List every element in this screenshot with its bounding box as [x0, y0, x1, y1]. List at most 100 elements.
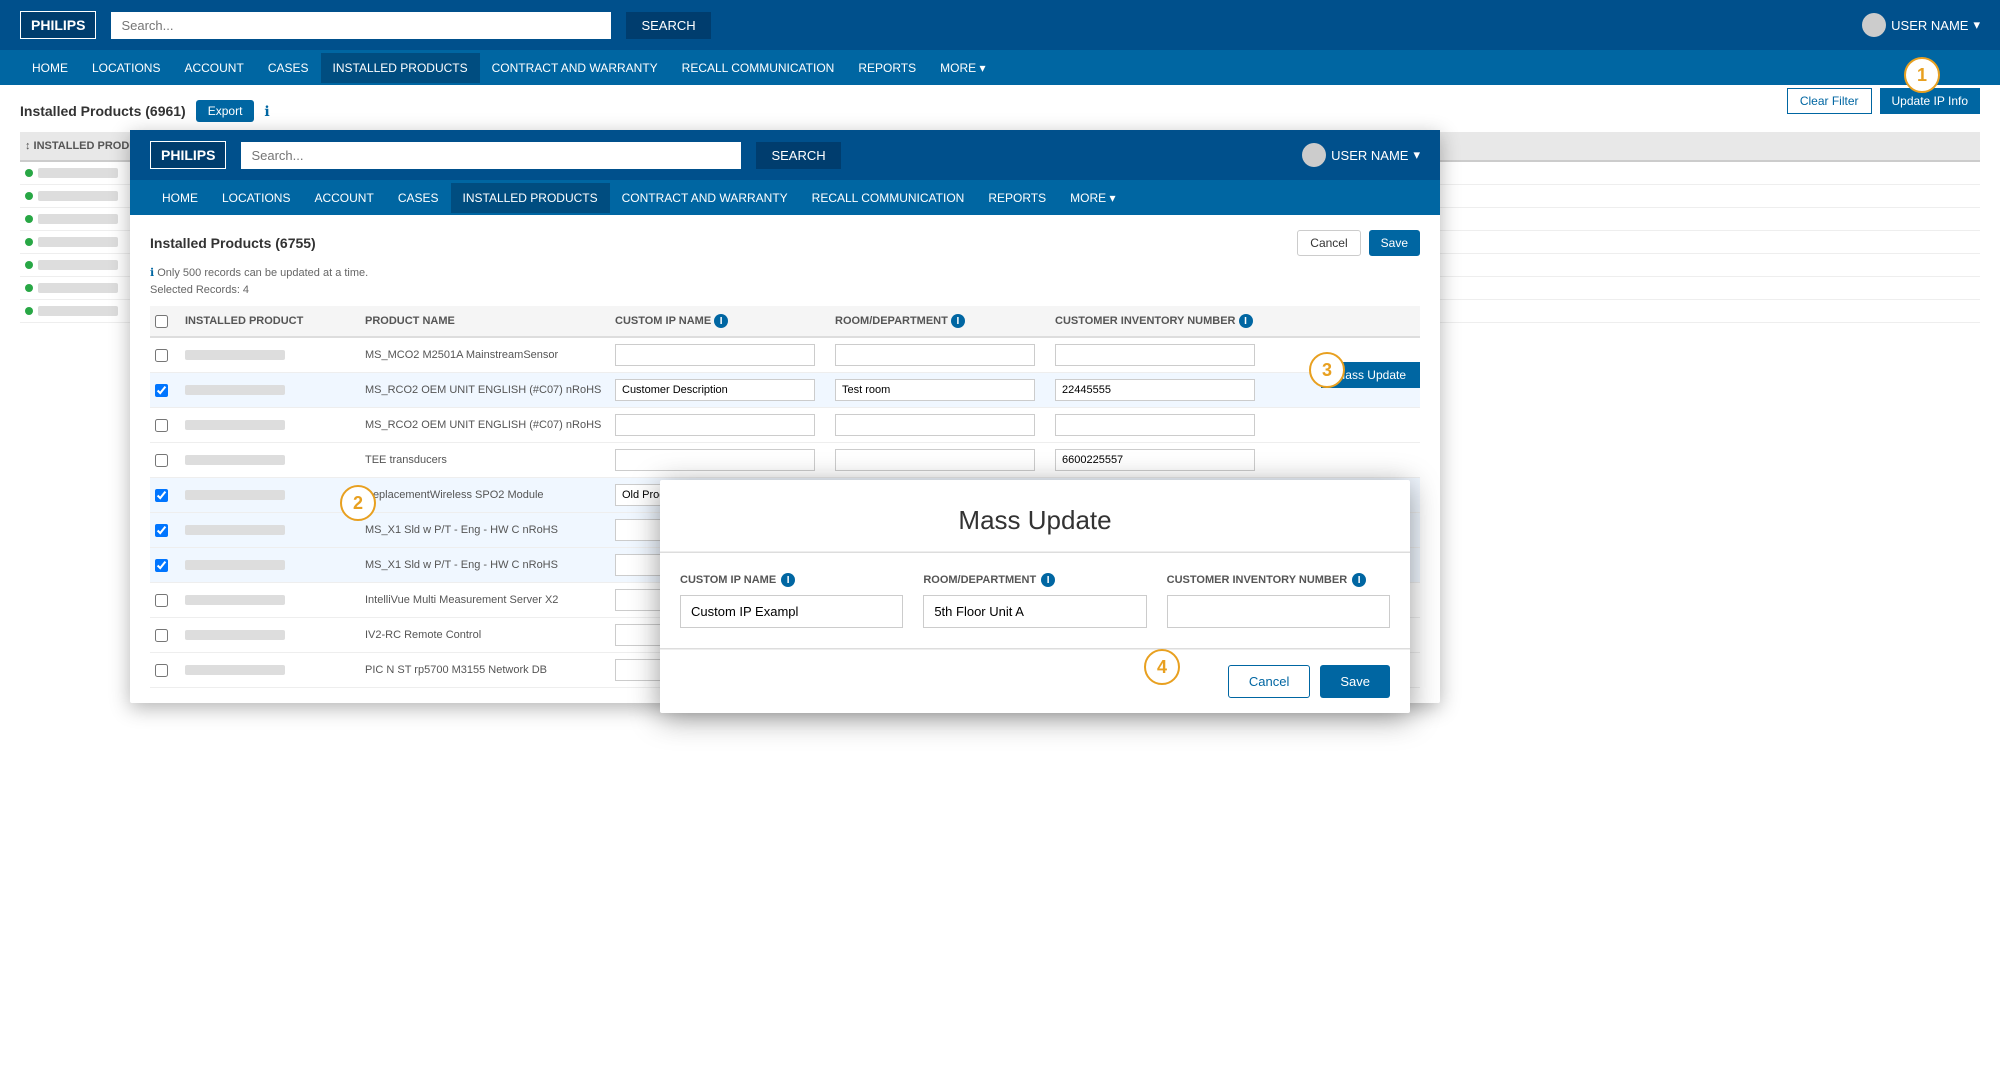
w2-nav-recall[interactable]: RECALL COMMUNICATION: [800, 183, 977, 213]
bg-export-button[interactable]: Export: [196, 100, 255, 122]
w2-nav-reports[interactable]: REPORTS: [976, 183, 1058, 213]
inv-input[interactable]: [1055, 344, 1255, 366]
mass-update-modal: Mass Update CUSTOM IP NAME i ROOM/DEPART…: [660, 480, 1410, 713]
td-room: [830, 373, 1050, 407]
nav-installed-products[interactable]: INSTALLED PRODUCTS: [321, 53, 480, 83]
w2-nav-cases[interactable]: CASES: [386, 183, 451, 213]
row-checkbox[interactable]: [155, 384, 168, 397]
w2-logo: PHILIPS: [150, 141, 226, 169]
bg-user-area: USER NAME ▾: [1862, 13, 1980, 37]
td-room: [830, 443, 1050, 477]
td-ip: [180, 548, 360, 582]
w2-nav-installed[interactable]: INSTALLED PRODUCTS: [451, 183, 610, 213]
modal-save-button[interactable]: Save: [1320, 665, 1390, 698]
clear-filter-button[interactable]: Clear Filter: [1787, 88, 1872, 114]
w2-nav-account[interactable]: ACCOUNT: [302, 183, 385, 213]
inv-input[interactable]: [1055, 379, 1255, 401]
nav-reports[interactable]: REPORTS: [846, 53, 928, 83]
w2-cancel-button[interactable]: Cancel: [1297, 230, 1360, 256]
td-inv: [1050, 408, 1270, 442]
nav-cases[interactable]: CASES: [256, 53, 321, 83]
w2-th-inv: CUSTOMER INVENTORY NUMBER i: [1050, 306, 1270, 336]
td-inv: [1050, 338, 1270, 372]
w2-save-button[interactable]: Save: [1369, 230, 1420, 256]
w2-table-header: INSTALLED PRODUCT PRODUCT NAME CUSTOM IP…: [150, 306, 1420, 338]
td-check: [150, 513, 180, 547]
bg-search-button[interactable]: SEARCH: [626, 12, 710, 39]
room-input[interactable]: [835, 344, 1035, 366]
row-checkbox[interactable]: [155, 489, 168, 502]
modal-field-cip-label: CUSTOM IP NAME i: [680, 573, 903, 587]
td-ip: [180, 618, 360, 652]
nav-more[interactable]: MORE ▾: [928, 53, 997, 83]
td-pn: TEE transducers: [360, 443, 610, 477]
w2-nav-more[interactable]: MORE ▾: [1058, 183, 1127, 213]
w2-th-check: [150, 306, 180, 336]
nav-recall[interactable]: RECALL COMMUNICATION: [670, 53, 847, 83]
step-1-circle: 1: [1904, 57, 1940, 93]
modal-cip-input[interactable]: [680, 595, 903, 628]
room-input[interactable]: [835, 449, 1035, 471]
w2-user-area: USER NAME ▾: [1302, 143, 1420, 167]
td-check: [150, 373, 180, 407]
cip-input[interactable]: [615, 344, 815, 366]
nav-locations[interactable]: LOCATIONS: [80, 53, 172, 83]
td-inv: [1050, 443, 1270, 477]
row-checkbox[interactable]: [155, 594, 168, 607]
bg-page-header: Installed Products (6961) Export ℹ: [20, 100, 1980, 122]
td-pn: MS_MCO2 M2501A MainstreamSensor: [360, 338, 610, 372]
w2-selected-text: Selected Records: 4: [150, 284, 1420, 296]
td-cip: [610, 338, 830, 372]
table-row: 2 MS_RCO2 OEM UNIT ENGLISH (#C07) nRoHS: [150, 373, 1420, 408]
td-ip: [180, 338, 360, 372]
nav-home[interactable]: HOME: [20, 53, 80, 83]
select-all-checkbox[interactable]: [155, 315, 168, 328]
td-ip: [180, 478, 360, 512]
bg-info-icon: ℹ: [264, 103, 269, 120]
w2-nav: HOME LOCATIONS ACCOUNT CASES INSTALLED P…: [130, 180, 1440, 215]
row-checkbox[interactable]: [155, 454, 168, 467]
update-ip-button[interactable]: Update IP Info: [1880, 88, 1981, 114]
w2-search-input[interactable]: [241, 142, 741, 169]
td-pn: PIC N ST rp5700 M3155 Network DB: [360, 653, 610, 687]
row-checkbox[interactable]: [155, 349, 168, 362]
w2-nav-locations[interactable]: LOCATIONS: [210, 183, 302, 213]
td-ip: [180, 653, 360, 687]
modal-room-input[interactable]: [923, 595, 1146, 628]
row-checkbox[interactable]: [155, 419, 168, 432]
td-pn: ReplacementWireless SPO2 Module: [360, 478, 610, 512]
w2-info-text: ℹ Only 500 records can be updated at a t…: [150, 266, 1420, 279]
top-right-actions: Clear Filter Update IP Info: [1787, 88, 1980, 114]
nav-account[interactable]: ACCOUNT: [172, 53, 255, 83]
modal-inv-input[interactable]: [1167, 595, 1390, 628]
room-input[interactable]: [835, 414, 1035, 436]
cip-input[interactable]: [615, 379, 815, 401]
inv-input[interactable]: [1055, 449, 1255, 471]
w2-nav-home[interactable]: HOME: [150, 183, 210, 213]
info-icon-small: ℹ: [150, 267, 154, 279]
row-checkbox[interactable]: [155, 629, 168, 642]
cip-input[interactable]: [615, 414, 815, 436]
cip-info-icon: i: [714, 314, 728, 328]
row-checkbox[interactable]: [155, 664, 168, 677]
room-input[interactable]: [835, 379, 1035, 401]
w2-search-button[interactable]: SEARCH: [756, 142, 840, 169]
w2-th-pn: PRODUCT NAME: [360, 306, 610, 336]
row-checkbox[interactable]: [155, 524, 168, 537]
w2-header: PHILIPS SEARCH USER NAME ▾: [130, 130, 1440, 180]
bg-search-input[interactable]: [111, 12, 611, 39]
cip-input[interactable]: [615, 449, 815, 471]
bg-page-title: Installed Products (6961): [20, 103, 186, 119]
modal-field-inv-label: CUSTOMER INVENTORY NUMBER i: [1167, 573, 1390, 587]
w2-user-name: USER NAME: [1331, 148, 1408, 163]
bg-user-name: USER NAME: [1891, 18, 1968, 33]
modal-cancel-button[interactable]: Cancel: [1228, 665, 1310, 698]
step-4-circle: 4: [1144, 649, 1180, 685]
td-check: [150, 408, 180, 442]
row-checkbox[interactable]: [155, 559, 168, 572]
modal-actions: 4 Cancel Save: [660, 649, 1410, 713]
table-row: MS_RCO2 OEM UNIT ENGLISH (#C07) nRoHS: [150, 408, 1420, 443]
nav-contract[interactable]: CONTRACT AND WARRANTY: [480, 53, 670, 83]
w2-nav-contract[interactable]: CONTRACT AND WARRANTY: [610, 183, 800, 213]
inv-input[interactable]: [1055, 414, 1255, 436]
